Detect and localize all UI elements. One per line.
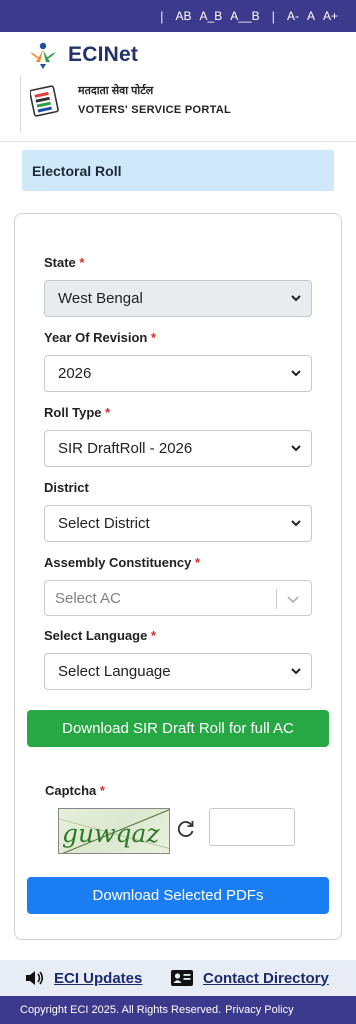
text-spacing-ab-button[interactable]: AB [176,9,192,23]
ac-select[interactable]: Select AC [44,580,312,616]
contact-directory-link[interactable]: Contact Directory [170,969,329,987]
ac-label-text: Assembly Constituency [44,555,192,570]
contact-directory-label: Contact Directory [203,969,329,987]
font-normal-button[interactable]: A [307,9,315,23]
brand-name: ECINet [68,43,139,66]
voting-machine-icon [30,85,59,117]
language-select[interactable]: Select Language [44,653,312,690]
text-spacing-a--b-button[interactable]: A__B [230,9,259,23]
year-select-value: 2026 [58,365,92,382]
year-select[interactable]: 2026 [44,355,312,392]
roll-type-label: Roll Type * [44,405,110,420]
year-label-text: Year Of Revision [44,330,148,345]
required-mark: * [150,330,157,345]
eci-logo-icon [30,42,56,69]
captcha-text: guwqaz [62,819,160,848]
captcha-label: Captcha * [45,783,105,798]
state-select-value: West Bengal [58,290,143,307]
year-label: Year Of Revision * [44,330,156,345]
site-header: ECINet मतदाता सेवा पोर्टल VOTERS' SERVIC… [0,32,356,142]
download-selected-pdfs-button[interactable]: Download Selected PDFs [27,877,329,914]
language-label-text: Select Language [44,628,148,643]
chevron-down-icon [291,520,301,527]
portal-title: मतदाता सेवा पोर्टल VOTERS' SERVICE PORTA… [30,84,231,119]
download-full-ac-button[interactable]: Download SIR Draft Roll for full AC [27,710,329,747]
divider [20,76,21,132]
brand-logo-link[interactable]: ECINet [28,40,138,70]
contact-card-icon [171,970,193,986]
roll-type-label-text: Roll Type [44,405,102,420]
district-select[interactable]: Select District [44,505,312,542]
copyright-bar: Copyright ECI 2025. All Rights Reserved.… [0,996,356,1024]
divider [276,589,277,609]
chevron-down-icon [291,445,301,452]
font-increase-button[interactable]: A+ [323,9,338,23]
required-mark: * [79,255,85,270]
roll-type-select[interactable]: SIR DraftRoll - 2026 [44,430,312,467]
divider: | [160,8,164,24]
eci-updates-link[interactable]: ECI Updates [24,969,142,987]
district-label: District [44,480,89,495]
font-decrease-button[interactable]: A- [287,9,299,23]
chevron-down-icon [287,596,299,604]
roll-type-select-value: SIR DraftRoll - 2026 [58,440,193,457]
privacy-policy-link[interactable]: Privacy Policy [225,1004,293,1016]
page-title: Electoral Roll [22,150,334,191]
captcha-image: guwqaz [58,808,170,854]
ac-label: Assembly Constituency * [44,555,200,570]
language-label: Select Language * [44,628,156,643]
speaker-icon [26,971,44,985]
divider: | [271,8,275,24]
refresh-captcha-icon[interactable] [176,819,196,839]
chevron-down-icon [291,370,301,377]
portal-name-english: VOTERS' SERVICE PORTAL [78,104,232,117]
chevron-down-icon [291,668,301,675]
state-label: State * [44,255,84,270]
district-label-text: District [44,480,89,495]
footer-links-bar: ECI Updates Contact Directory [0,960,356,996]
captcha-label-text: Captcha [45,783,97,798]
captcha-input[interactable] [209,808,295,846]
required-mark: * [150,628,156,643]
text-spacing-a-b-button[interactable]: A_B [200,9,223,23]
chevron-down-icon [291,295,301,302]
eci-updates-label: ECI Updates [54,969,143,987]
state-select[interactable]: West Bengal [44,280,312,317]
required-mark: * [105,405,111,420]
required-mark: * [195,555,201,570]
language-select-value: Select Language [58,663,171,680]
portal-name-hindi: मतदाता सेवा पोर्टल [78,85,154,97]
district-select-value: Select District [58,515,150,532]
state-label-text: State [44,255,76,270]
accessibility-bar: | AB A_B A__B | A- A A+ [0,0,356,32]
required-mark: * [99,783,105,798]
ac-select-placeholder: Select AC [55,589,121,607]
copyright-text: Copyright ECI 2025. All Rights Reserved. [20,1004,222,1016]
captcha-text-image: guwqaz [59,809,169,853]
